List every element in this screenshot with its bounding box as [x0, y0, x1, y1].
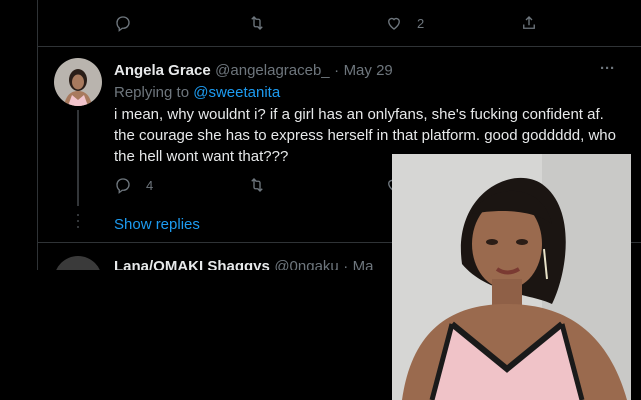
- retweet-icon: [251, 178, 263, 192]
- tweet-date[interactable]: May 29: [344, 62, 393, 79]
- reply-button-top[interactable]: [114, 14, 132, 32]
- retweet-icon: [251, 16, 263, 30]
- more-button[interactable]: ···: [600, 60, 615, 77]
- next-tweet-date[interactable]: Ma: [353, 258, 374, 270]
- avatar-photo: [54, 58, 102, 106]
- tweet-separator: [37, 46, 641, 47]
- share-button-top[interactable]: [520, 14, 538, 32]
- reply-icon: [116, 16, 130, 32]
- column-border: [37, 0, 38, 270]
- author-handle[interactable]: @angelagraceb_: [215, 62, 329, 79]
- next-author-name[interactable]: Lana/OMAKI Shaggys: [114, 258, 270, 270]
- tweet-text-line: i mean, why wouldnt i? if a girl has an …: [114, 106, 604, 123]
- portrait-image: [392, 154, 631, 400]
- tweet-header: Angela Grace @angelagraceb_ · May 29: [114, 62, 393, 80]
- thread-line: [77, 110, 79, 206]
- next-tweet-header: Lana/OMAKI Shaggys @0ngaku · Ma: [114, 258, 374, 270]
- tweet-text-line: the courage she has to express herself i…: [114, 127, 616, 144]
- like-count: 2: [417, 15, 425, 31]
- replying-to: Replying to @sweetanita: [114, 84, 280, 101]
- next-dot-separator: ·: [343, 258, 349, 270]
- next-author-handle[interactable]: @0ngaku: [274, 258, 338, 270]
- like-button-top[interactable]: 2: [385, 14, 424, 32]
- replying-prefix: Replying to: [114, 84, 190, 101]
- retweet-button-top[interactable]: [248, 14, 266, 32]
- show-replies-link[interactable]: Show replies: [114, 216, 200, 233]
- share-icon: [523, 16, 535, 29]
- overlay-photo: [392, 154, 631, 400]
- thread-dots: [76, 212, 80, 234]
- reply-icon: [116, 178, 130, 194]
- retweet-button[interactable]: [248, 176, 266, 194]
- dot-separator: ·: [334, 62, 340, 79]
- avatar-next[interactable]: [54, 256, 102, 270]
- reply-button[interactable]: 4: [114, 176, 153, 194]
- replying-handle[interactable]: @sweetanita: [193, 84, 280, 101]
- avatar[interactable]: [54, 58, 102, 106]
- heart-icon: [388, 17, 400, 30]
- author-name[interactable]: Angela Grace: [114, 62, 211, 79]
- reply-count: 4: [146, 177, 154, 193]
